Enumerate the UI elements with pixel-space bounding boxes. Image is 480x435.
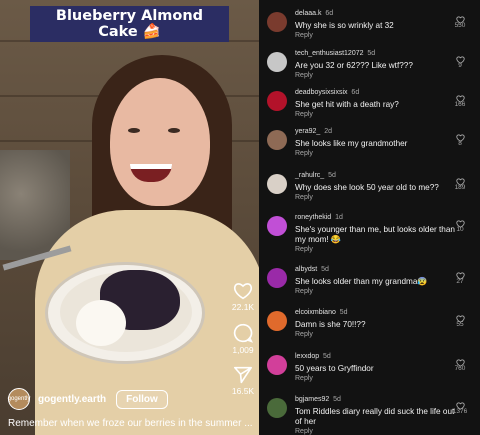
comment-meta: elcoixmbiano 5d <box>295 309 348 316</box>
comment-like-count: 27 <box>456 278 464 285</box>
reply-button[interactable]: Reply <box>295 72 313 79</box>
comment-like-count: 760 <box>454 365 466 372</box>
like-count: 22.1K <box>231 302 255 312</box>
reply-button[interactable]: Reply <box>295 32 313 39</box>
ice-cream-scoop <box>76 300 126 346</box>
author-username[interactable]: gogently.earth <box>38 394 106 405</box>
comment-text: 50 years to Gryffindor <box>295 364 374 373</box>
comment-age: 5d <box>328 172 336 179</box>
comment-like-count: 550 <box>454 22 466 29</box>
comment-age: 1d <box>335 214 343 221</box>
comment-username[interactable]: lexxdop <box>295 353 319 360</box>
comment-meta: lexxdop 5d <box>295 353 331 360</box>
comment-username[interactable]: _rahulrc_ <box>295 172 324 179</box>
reply-button[interactable]: Reply <box>295 375 313 382</box>
comment-like-count: 10 <box>456 226 464 233</box>
share-count: 16.5K <box>231 386 255 396</box>
comment-age: 5d <box>333 396 341 403</box>
reply-button[interactable]: Reply <box>295 246 313 253</box>
video-title-line1: Blueberry Almond <box>55 8 204 24</box>
reply-button[interactable]: Reply <box>295 194 313 201</box>
comment-age: 6d <box>351 89 360 96</box>
comment-like-count: 55 <box>456 321 464 328</box>
comment-text: She looks older than my grandma😰 <box>295 277 428 286</box>
comment-username[interactable]: albydst <box>295 266 317 273</box>
commenter-avatar[interactable] <box>267 268 287 288</box>
commenter-avatar[interactable] <box>267 130 287 150</box>
reply-button[interactable]: Reply <box>295 331 313 338</box>
comment-meta: roneythekid 1d <box>295 214 343 221</box>
comment-age: 5d <box>321 266 329 273</box>
comment-meta: yera92_ 2d <box>295 128 332 135</box>
follow-button[interactable]: Follow <box>116 389 168 409</box>
comment-meta: delaaa.k 6d <box>295 10 333 17</box>
video-title-line2: Cake 🍰 <box>98 24 161 40</box>
author-row: gogently gogently.earth Follow <box>8 387 228 411</box>
comment-meta: tech_enthusiast12072 5d <box>295 50 375 57</box>
comment-age: 2d <box>324 128 332 135</box>
commenter-avatar[interactable] <box>267 398 287 418</box>
comment-text: Are you 32 or 62??? Like wtf??? <box>295 61 413 70</box>
comment-meta: deadboysixsixsix 6d <box>295 89 359 96</box>
commenter-avatar[interactable] <box>267 216 287 236</box>
comment-age: 5d <box>339 309 348 316</box>
comment-like-count: 8 <box>458 140 462 147</box>
comment-text: Why does she look 50 year old to me?? <box>295 183 439 192</box>
comment-age: 6d <box>325 10 334 17</box>
comment-action[interactable]: 1,009 <box>226 323 259 355</box>
commenter-avatar[interactable] <box>267 52 287 72</box>
comment-username[interactable]: roneythekid <box>295 214 331 221</box>
commenter-avatar[interactable] <box>267 174 287 194</box>
comment-like-count: 9 <box>458 62 462 69</box>
comment-username[interactable]: elcoixmbiano <box>295 309 336 316</box>
person-face <box>110 78 210 206</box>
person-eye <box>128 128 140 133</box>
reply-button[interactable]: Reply <box>295 111 313 118</box>
person-eye <box>168 128 180 133</box>
heart-icon <box>233 283 253 300</box>
video-title-banner: Blueberry Almond Cake 🍰 <box>30 6 229 42</box>
comment-age: 5d <box>367 50 376 57</box>
commenter-avatar[interactable] <box>267 12 287 32</box>
comment-username[interactable]: yera92_ <box>295 128 320 135</box>
comment-text: She looks like my grandmother <box>295 139 408 148</box>
comment-like-count: 166 <box>454 101 466 108</box>
share-action[interactable]: 16.5K <box>226 366 259 396</box>
comment-like-count: 1376 <box>452 408 468 415</box>
comment-text: Why she is so wrinkly at 32 <box>295 21 394 30</box>
comment-meta: bgjames92 5d <box>295 396 341 403</box>
author-avatar-logo: gogently <box>7 396 31 402</box>
comment-meta: albydst 5d <box>295 266 329 273</box>
comment-username[interactable]: tech_enthusiast12072 <box>295 50 364 57</box>
comment-text: She get hit with a death ray? <box>295 100 399 109</box>
comment-username[interactable]: delaaa.k <box>295 10 321 17</box>
comment-text: She's younger than me, but looks older t… <box>295 225 455 244</box>
like-action[interactable]: 22.1K <box>226 282 259 312</box>
reply-button[interactable]: Reply <box>295 428 313 435</box>
comment-text: Damn is she 70!!?? <box>295 320 366 329</box>
comment-like-count: 189 <box>454 184 466 191</box>
send-icon <box>234 366 252 384</box>
commenter-avatar[interactable] <box>267 91 287 111</box>
video-caption[interactable]: Remember when we froze our berries in th… <box>8 418 258 429</box>
comment-meta: _rahulrc_ 5d <box>295 172 336 179</box>
commenter-avatar[interactable] <box>267 311 287 331</box>
reply-button[interactable]: Reply <box>295 288 313 295</box>
reply-button[interactable]: Reply <box>295 150 313 157</box>
comment-bubble-icon <box>233 323 253 343</box>
comment-age: 5d <box>323 353 331 360</box>
comment-text: Tom Riddles diary really did suck the li… <box>295 407 455 426</box>
commenter-avatar[interactable] <box>267 355 287 375</box>
author-avatar[interactable]: gogently <box>8 388 30 410</box>
comment-username[interactable]: deadboysixsixsix <box>295 89 348 96</box>
comment-count: 1,009 <box>232 345 254 355</box>
video-player[interactable]: Blueberry Almond Cake 🍰 22.1K 1,009 16.5… <box>0 0 259 435</box>
comments-panel[interactable]: delaaa.k 6d Why she is so wrinkly at 32 Re… <box>259 0 480 435</box>
comment-username[interactable]: bgjames92 <box>295 396 329 403</box>
